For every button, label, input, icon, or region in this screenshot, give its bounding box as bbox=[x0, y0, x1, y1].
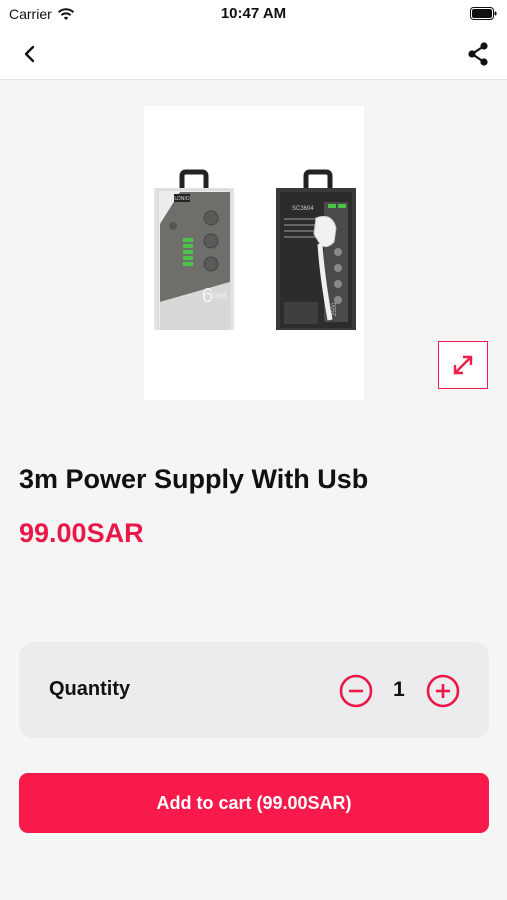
image-usb-text: USB bbox=[212, 293, 227, 300]
quantity-card: Quantity 1 bbox=[19, 642, 489, 738]
nav-bar bbox=[0, 28, 507, 80]
expand-icon bbox=[453, 355, 473, 375]
add-to-cart-button[interactable]: Add to cart (99.00SAR) bbox=[19, 773, 489, 833]
product-photo: LDNIO 6 USB SC3604 2500 bbox=[154, 169, 356, 330]
back-button[interactable] bbox=[14, 39, 46, 69]
share-icon bbox=[468, 42, 488, 66]
image-brand-text: LDNIO bbox=[174, 196, 189, 202]
battery-icon bbox=[470, 7, 497, 20]
quantity-value: 1 bbox=[393, 678, 405, 701]
status-bar: Carrier 10:47 AM bbox=[0, 0, 507, 28]
chevron-left-icon bbox=[24, 45, 35, 63]
image-power-text: 2500 bbox=[332, 302, 338, 316]
increment-quantity-button[interactable] bbox=[426, 674, 460, 708]
product-price: 99.00SAR bbox=[19, 518, 144, 548]
image-model-text: SC3604 bbox=[292, 206, 314, 212]
share-button[interactable] bbox=[461, 38, 495, 70]
decrement-quantity-button[interactable] bbox=[339, 674, 373, 708]
status-time: 10:47 AM bbox=[220, 5, 287, 22]
plus-circle-icon bbox=[426, 674, 460, 708]
minus-circle-icon bbox=[339, 674, 373, 708]
product-image: LDNIO 6 USB SC3604 2500 bbox=[144, 106, 364, 400]
expand-image-button[interactable] bbox=[438, 341, 488, 389]
quantity-label: Quantity bbox=[49, 678, 131, 700]
product-title: 3m Power Supply With Usb bbox=[19, 464, 369, 494]
